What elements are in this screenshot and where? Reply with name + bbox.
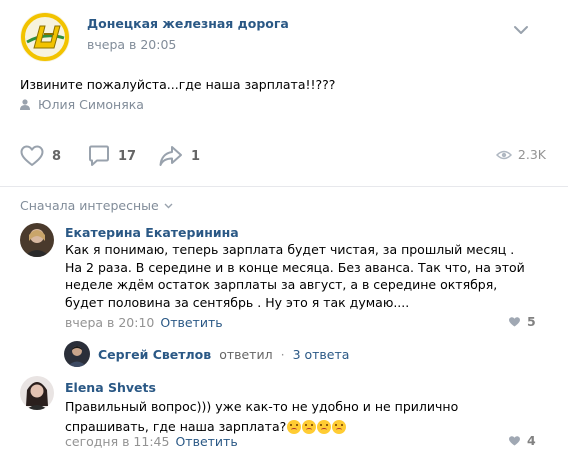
comment-meta: вчера в 20:10 Ответить — [65, 315, 223, 330]
comment-text: Как я понимаю, теперь зарплата будет чис… — [65, 242, 525, 310]
angry-face-emoji-icon — [287, 419, 302, 434]
comment-count: 17 — [118, 148, 137, 164]
like-button[interactable]: 8 — [20, 145, 61, 167]
comments-sort[interactable]: Сначала интересные — [20, 198, 173, 213]
comment-avatar[interactable] — [20, 223, 54, 257]
comment-like-button[interactable]: 5 — [509, 314, 536, 329]
comment-body: Правильный вопрос))) уже как-то не удобн… — [65, 396, 527, 435]
post-time[interactable]: вчера в 20:05 — [87, 37, 176, 52]
comment-author[interactable]: Elena Shvets — [65, 380, 156, 395]
share-icon — [159, 146, 182, 166]
angry-face-emoji-icon — [317, 419, 332, 434]
comment-meta: сегодня в 11:45 Ответить — [65, 434, 238, 449]
sort-label: Сначала интересные — [20, 198, 159, 213]
share-button[interactable]: 1 — [159, 145, 200, 167]
thread-separator: · — [280, 346, 285, 362]
group-avatar[interactable] — [20, 12, 70, 62]
signer-name: Юлия Симоняка — [38, 97, 144, 112]
eye-icon — [495, 150, 512, 159]
emoji-group — [287, 419, 347, 434]
share-count: 1 — [191, 148, 201, 164]
reply-thread[interactable]: Сергей Светлов ответил · 3 ответа — [64, 341, 349, 367]
heart-icon — [509, 316, 520, 327]
angry-face-emoji-icon — [302, 419, 317, 434]
comment-like-button[interactable]: 4 — [509, 433, 536, 448]
divider — [0, 186, 568, 187]
comment-time[interactable]: сегодня в 11:45 — [65, 434, 169, 449]
user-icon — [20, 99, 30, 110]
comment-author[interactable]: Екатерина Екатеринина — [65, 225, 239, 240]
avatar-image — [20, 223, 54, 257]
thread-reply-count[interactable]: 3 ответа — [293, 347, 350, 362]
heart-icon — [509, 435, 520, 446]
views-counter: 2.3K — [495, 147, 546, 162]
group-name[interactable]: Донецкая железная дорога — [87, 16, 289, 31]
comment-button[interactable]: 17 — [88, 145, 136, 167]
post-menu-button[interactable] — [513, 20, 529, 39]
chevron-down-icon — [164, 203, 173, 208]
thread-avatar[interactable] — [64, 341, 90, 367]
thread-verb: ответил — [219, 346, 273, 362]
chevron-down-icon — [514, 26, 528, 34]
reply-button[interactable]: Ответить — [175, 434, 237, 449]
comment-text: Правильный вопрос))) уже как-то не удобн… — [65, 399, 459, 434]
group-logo-icon — [20, 12, 70, 62]
angry-face-emoji-icon — [332, 419, 347, 434]
post-text: Извините пожалуйста...где наша зарплата!… — [20, 77, 336, 92]
post-actions: 8 17 1 2.3K — [20, 145, 546, 169]
avatar-image — [64, 341, 90, 367]
comment-like-count: 4 — [527, 433, 536, 448]
comment-like-count: 5 — [527, 314, 536, 329]
reply-button[interactable]: Ответить — [160, 315, 222, 330]
views-count: 2.3K — [517, 147, 546, 162]
like-count: 8 — [52, 148, 62, 164]
post-signer[interactable]: Юлия Симоняка — [20, 97, 144, 112]
comment-avatar[interactable] — [20, 376, 54, 410]
heart-icon — [20, 145, 44, 166]
comment-time[interactable]: вчера в 20:10 — [65, 315, 154, 330]
comment-icon — [89, 145, 109, 166]
thread-author[interactable]: Сергей Светлов — [98, 347, 211, 362]
avatar-image — [20, 376, 54, 410]
